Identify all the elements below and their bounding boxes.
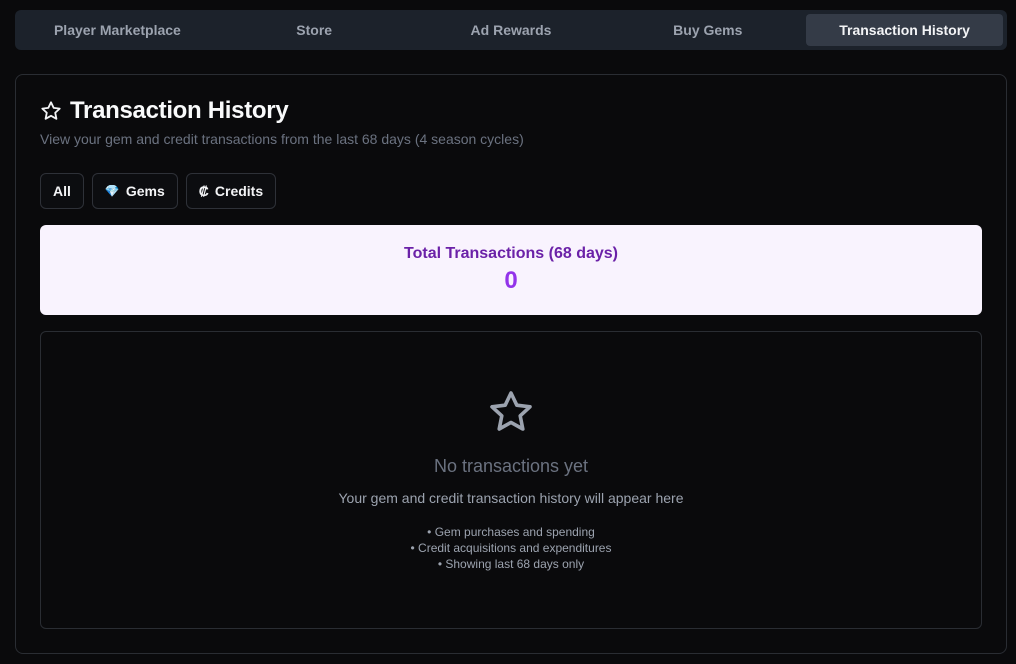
tab-buy-gems[interactable]: Buy Gems: [609, 14, 806, 46]
transaction-history-card: Transaction History View your gem and cr…: [15, 74, 1007, 654]
filter-all-label: All: [53, 183, 71, 199]
filter-gems-label: Gems: [125, 183, 165, 199]
gem-icon: 💎: [104, 184, 120, 198]
star-outline-icon: [41, 101, 61, 120]
filter-all-button[interactable]: All: [40, 173, 84, 209]
filter-gems-button[interactable]: 💎 Gems: [91, 173, 178, 209]
page-title: Transaction History: [70, 97, 289, 124]
list-item: • Showing last 68 days only: [437, 557, 585, 571]
filter-credits-label: Credits: [214, 183, 264, 199]
top-tab-bar: Player Marketplace Store Ad Rewards Buy …: [15, 10, 1007, 50]
empty-state-panel: No transactions yet Your gem and credit …: [40, 331, 982, 629]
credit-icon: ₡: [198, 183, 209, 199]
tab-store[interactable]: Store: [216, 14, 413, 46]
star-outline-icon: [490, 391, 532, 431]
empty-state-notes: • Gem purchases and spending • Credit ac…: [41, 524, 981, 572]
list-item: • Credit acquisitions and expenditures: [410, 541, 612, 555]
tab-player-marketplace[interactable]: Player Marketplace: [19, 14, 216, 46]
total-transactions-value: 0: [504, 267, 518, 294]
total-transactions-summary: Total Transactions (68 days) 0: [40, 225, 982, 315]
page-title-row: Transaction History: [40, 97, 289, 125]
tab-transaction-history[interactable]: Transaction History: [806, 14, 1003, 46]
filter-group: All 💎 Gems ₡ Credits: [40, 173, 277, 209]
empty-state-title: No transactions yet: [433, 456, 589, 476]
page-subtitle: View your gem and credit transactions fr…: [40, 131, 524, 147]
filter-credits-button[interactable]: ₡ Credits: [185, 173, 277, 209]
empty-state-description: Your gem and credit transaction history …: [338, 490, 684, 506]
tab-ad-rewards[interactable]: Ad Rewards: [413, 14, 610, 46]
total-transactions-label: Total Transactions (68 days): [404, 245, 618, 262]
list-item: • Gem purchases and spending: [427, 525, 595, 539]
